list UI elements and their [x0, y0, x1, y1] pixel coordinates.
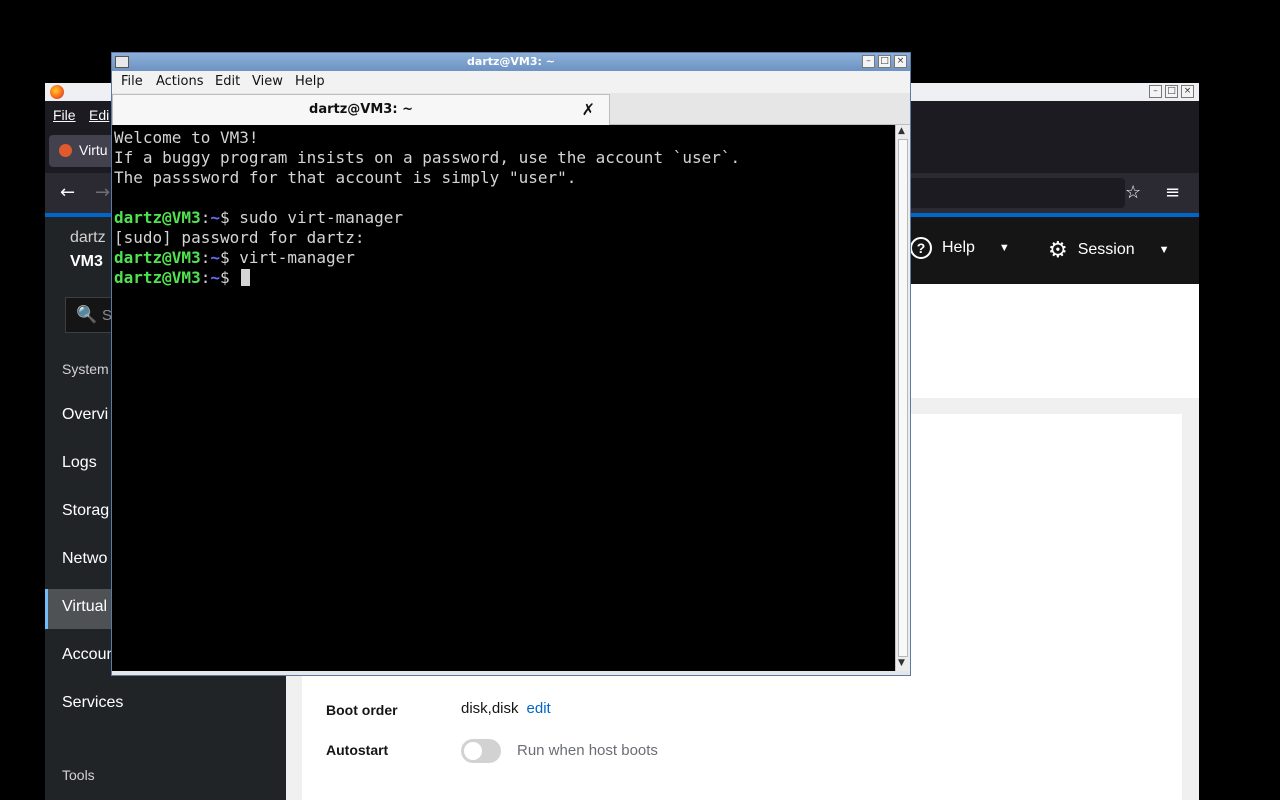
prompt-user: dartz@VM3: [114, 268, 201, 287]
prompt-user: dartz@VM3: [114, 248, 201, 267]
menu-edit[interactable]: Edi: [89, 107, 109, 123]
close-icon[interactable]: ×: [894, 55, 907, 68]
toggle-knob: [464, 742, 482, 760]
menu-view[interactable]: View: [252, 74, 283, 89]
menu-actions[interactable]: Actions: [156, 74, 204, 89]
close-icon[interactable]: ×: [1181, 85, 1194, 98]
terminal-tab[interactable]: dartz@VM3: ~ ✗: [112, 94, 610, 125]
boot-order-edit-link[interactable]: edit: [527, 700, 551, 717]
boot-order-value-row: disk,disk edit: [461, 700, 551, 717]
prompt-path: ~: [210, 248, 220, 267]
terminal-line: [sudo] password for dartz:: [114, 228, 365, 247]
browser-tab-label: Virtu: [79, 142, 108, 158]
scroll-up-icon[interactable]: ▲: [898, 126, 905, 136]
prompt-colon: :: [200, 248, 211, 267]
menu-help[interactable]: Help: [295, 74, 325, 89]
terminal-titlebar[interactable]: dartz@VM3: ~ – □ ×: [112, 53, 910, 71]
minimize-icon[interactable]: –: [1149, 85, 1162, 98]
menu-file[interactable]: File: [53, 107, 76, 123]
prompt-symbol: $: [219, 248, 240, 267]
terminal-bottom-edge: [112, 671, 910, 675]
help-icon: ?: [910, 237, 932, 259]
command-text: virt-manager: [239, 248, 355, 267]
gear-icon: ⚙: [1048, 237, 1068, 262]
prompt-path: ~: [210, 208, 220, 227]
terminal-command-line: dartz@VM3:~$: [114, 268, 895, 288]
terminal-menubar: File Actions Edit View Help: [112, 71, 910, 93]
nav-section-system: System: [62, 361, 109, 377]
star-icon[interactable]: ☆: [1125, 182, 1141, 203]
terminal-app-icon[interactable]: [115, 56, 129, 68]
boot-order-value: disk,disk: [461, 700, 519, 717]
forward-arrow-icon[interactable]: →: [95, 182, 110, 203]
prompt-symbol: $: [219, 208, 240, 227]
autostart-toggle[interactable]: [461, 739, 501, 763]
command-text: sudo virt-manager: [239, 208, 404, 227]
nav-section-tools: Tools: [62, 767, 95, 783]
prompt-colon: :: [200, 268, 211, 287]
prompt-path: ~: [210, 268, 220, 287]
terminal-output[interactable]: Welcome to VM3! If a buggy program insis…: [112, 125, 895, 671]
host-name[interactable]: VM3: [70, 253, 103, 271]
scroll-down-icon[interactable]: ▼: [898, 658, 905, 668]
terminal-command-line: dartz@VM3:~$ virt-manager: [114, 248, 895, 268]
cockpit-favicon-icon: [59, 144, 72, 157]
host-user[interactable]: dartz: [70, 229, 106, 247]
minimize-icon[interactable]: –: [862, 55, 875, 68]
session-menu[interactable]: ⚙ Session ▼: [1048, 237, 1170, 263]
autostart-toggle-label: Run when host boots: [517, 742, 658, 759]
terminal-window-controls: – □ ×: [862, 55, 907, 68]
terminal-tabbar: dartz@VM3: ~ ✗: [112, 93, 910, 125]
sidebar-item-services[interactable]: Services: [45, 685, 286, 725]
terminal-window-title: dartz@VM3: ~: [467, 55, 555, 68]
search-icon: 🔍: [76, 305, 98, 325]
terminal-scrollbar[interactable]: ▲ ▼: [895, 125, 910, 671]
menu-file[interactable]: File: [121, 74, 143, 89]
text-cursor: [241, 269, 251, 286]
terminal-window: dartz@VM3: ~ – □ × File Actions Edit Vie…: [111, 52, 911, 676]
window-controls: – □ ×: [1149, 85, 1194, 98]
firefox-logo-icon: [50, 85, 64, 99]
help-label: Help: [942, 239, 975, 256]
menu-edit[interactable]: Edit: [215, 74, 240, 89]
close-tab-icon[interactable]: ✗: [582, 100, 595, 119]
autostart-label: Autostart: [326, 742, 389, 758]
maximize-icon[interactable]: □: [1165, 85, 1178, 98]
help-menu[interactable]: ? Help ▼: [910, 237, 1010, 259]
hamburger-menu-icon[interactable]: ≡: [1165, 182, 1180, 203]
terminal-tab-title: dartz@VM3: ~: [309, 102, 413, 117]
chevron-down-icon: ▼: [1158, 244, 1170, 256]
prompt-user: dartz@VM3: [114, 208, 201, 227]
terminal-line: The passsword for that account is simply…: [114, 168, 577, 187]
back-arrow-icon[interactable]: ←: [60, 182, 75, 203]
boot-order-label: Boot order: [326, 702, 398, 718]
terminal-command-line: dartz@VM3:~$ sudo virt-manager: [114, 208, 895, 228]
scrollbar-thumb[interactable]: [898, 139, 908, 657]
session-label: Session: [1077, 241, 1135, 258]
maximize-icon[interactable]: □: [878, 55, 891, 68]
prompt-symbol: $: [219, 268, 240, 287]
chevron-down-icon: ▼: [998, 242, 1010, 254]
terminal-line: Welcome to VM3!: [114, 128, 259, 147]
terminal-line: If a buggy program insists on a password…: [114, 148, 741, 167]
prompt-colon: :: [200, 208, 211, 227]
